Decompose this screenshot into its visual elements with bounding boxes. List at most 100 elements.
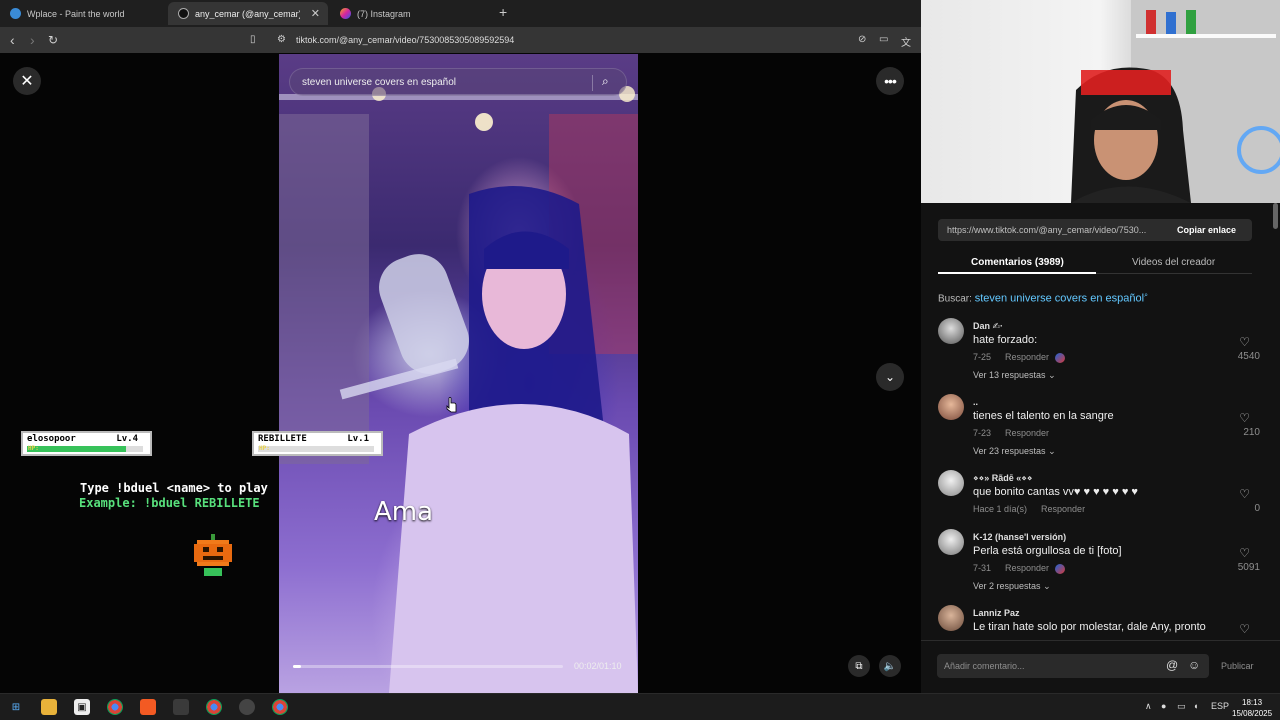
- url-field[interactable]: tiktok.com/@any_cemar/video/753008530508…: [296, 35, 514, 45]
- reply-button[interactable]: Responder: [1005, 428, 1049, 438]
- tab-comments[interactable]: Comentarios (3989): [971, 257, 1064, 268]
- tray-chevron-icon[interactable]: ∧: [1145, 701, 1152, 712]
- network-icon[interactable]: ▭: [1177, 701, 1186, 712]
- video-scene: [279, 86, 638, 693]
- comment-username[interactable]: ⋄⋄» Rãdē «⋄⋄: [973, 473, 1033, 484]
- video-frame[interactable]: [279, 54, 638, 693]
- tab-active-indicator: [938, 272, 1096, 274]
- chrome-icon[interactable]: [206, 699, 222, 715]
- emoji-icon[interactable]: ☺: [1188, 658, 1200, 672]
- player-card-rebillete: REBILLETE Lv.1 HP:: [252, 431, 383, 456]
- pumpkin-sprite-icon: [194, 534, 232, 576]
- avatar[interactable]: [938, 394, 964, 420]
- reload-icon[interactable]: ↻: [48, 33, 58, 47]
- shelf: [1136, 34, 1276, 38]
- share-url[interactable]: https://www.tiktok.com/@any_cemar/video/…: [947, 225, 1165, 235]
- search-query-link[interactable]: steven universe covers en español: [975, 292, 1144, 304]
- player-level: Lv.4: [116, 434, 138, 444]
- windows-taskbar: ⊞ ▣ ∧ ● ▭ ◖ ESP 18:13 15/08/2025: [0, 693, 1280, 720]
- next-video-button[interactable]: ⌄: [876, 363, 904, 391]
- like-count: 210: [1243, 427, 1260, 438]
- bookmark-icon[interactable]: ▯: [250, 34, 256, 45]
- close-tab-icon[interactable]: ✕: [311, 7, 320, 20]
- video-search-bar[interactable]: steven universe covers en español ⌕: [289, 68, 627, 96]
- speaker-icon: 🔈: [883, 660, 897, 672]
- forward-icon[interactable]: ›: [30, 32, 35, 48]
- comment-input[interactable]: Añadir comentario... @ ☺: [937, 654, 1209, 678]
- language-indicator[interactable]: ESP: [1211, 701, 1229, 711]
- view-replies-button[interactable]: Ver 23 respuestas ⌄: [973, 446, 1056, 457]
- comment-username[interactable]: ..: [973, 397, 978, 407]
- search-icon[interactable]: ⌕: [602, 74, 609, 89]
- file-explorer-icon[interactable]: [41, 699, 57, 715]
- reply-button[interactable]: Responder: [1041, 504, 1085, 514]
- wplace-favicon-icon: [10, 8, 21, 19]
- comment-meta: 7-31 Responder: [973, 563, 1079, 574]
- comment-date: Hace 1 día(s): [973, 504, 1028, 514]
- avatar[interactable]: [938, 605, 964, 631]
- chrome-icon[interactable]: [107, 699, 123, 715]
- copy-link-bar: https://www.tiktok.com/@any_cemar/video/…: [938, 219, 1252, 241]
- comment-username[interactable]: K-12 (hanse'l versión): [973, 532, 1066, 542]
- panel-scrollbar[interactable]: [1273, 203, 1278, 229]
- publish-button[interactable]: Publicar: [1221, 661, 1254, 671]
- chrome-icon[interactable]: [272, 699, 288, 715]
- view-replies-button[interactable]: Ver 13 respuestas ⌄: [973, 370, 1056, 381]
- obs-icon[interactable]: [239, 699, 255, 715]
- new-tab-icon[interactable]: +: [499, 4, 507, 20]
- video-caption: Ama: [374, 497, 434, 527]
- like-heart-icon[interactable]: ♡: [1239, 546, 1250, 560]
- picture-in-picture-button[interactable]: ⧉: [848, 655, 870, 677]
- back-icon[interactable]: ‹: [10, 32, 15, 48]
- translate-icon[interactable]: 文: [901, 34, 911, 49]
- avatar[interactable]: [938, 470, 964, 496]
- browser-tab-bar: Wplace - Paint the world any_cemar (@any…: [0, 0, 921, 27]
- comment-text: Perla está orgullosa de ti [foto]: [973, 545, 1122, 557]
- hp-bar: [258, 446, 374, 452]
- site-settings-icon[interactable]: ⚙: [277, 34, 286, 45]
- view-replies-button[interactable]: Ver 2 respuestas ⌄: [973, 581, 1051, 592]
- close-icon: ✕: [20, 73, 34, 90]
- like-count: 5091: [1237, 562, 1260, 573]
- brave-browser-icon[interactable]: [140, 699, 156, 715]
- reply-button[interactable]: Responder: [1005, 563, 1049, 573]
- volume-button[interactable]: 🔈: [879, 655, 901, 677]
- like-heart-icon[interactable]: ♡: [1239, 411, 1250, 425]
- duel-instruction: Type !bduel <name> to play: [80, 481, 268, 495]
- tab-tiktok[interactable]: any_cemar (@any_cemar) ofi ✕: [168, 2, 328, 25]
- copy-link-button[interactable]: Copiar enlace: [1177, 225, 1236, 235]
- comment-username[interactable]: Lanniz Paz: [973, 608, 1020, 618]
- like-heart-icon[interactable]: ♡: [1239, 335, 1250, 349]
- comment-item: Dan ✍· hate forzado: 7-25 Responder Ver 1…: [938, 318, 1260, 383]
- like-heart-icon[interactable]: ♡: [1239, 487, 1250, 501]
- volume-icon[interactable]: ◖: [1193, 701, 1198, 711]
- chevron-down-icon: ⌄: [1043, 581, 1051, 591]
- clock-date: 15/08/2025: [1232, 709, 1273, 718]
- store-icon[interactable]: ▣: [74, 699, 90, 715]
- tab-creator-videos[interactable]: Videos del creador: [1132, 257, 1215, 268]
- mention-icon[interactable]: @: [1166, 658, 1178, 672]
- windows-start-icon[interactable]: ⊞: [8, 699, 24, 715]
- left-clothes: [279, 114, 369, 464]
- search-suggestion[interactable]: Buscar: steven universe covers en españo…: [938, 292, 1148, 304]
- search-icon: ⌕: [1144, 292, 1148, 299]
- tab-wplace[interactable]: Wplace - Paint the world: [0, 2, 168, 25]
- reader-mode-icon[interactable]: ▭: [879, 34, 888, 45]
- system-clock[interactable]: 18:13 15/08/2025: [1232, 697, 1272, 719]
- no-tracking-icon[interactable]: ⊘: [858, 34, 866, 45]
- comment-username[interactable]: Dan ✍·: [973, 321, 1003, 332]
- figure: [1166, 12, 1176, 34]
- microphone-icon[interactable]: ●: [1161, 701, 1166, 711]
- video-progress-bar[interactable]: [293, 665, 563, 668]
- like-heart-icon[interactable]: ♡: [1239, 622, 1250, 636]
- avatar[interactable]: [938, 318, 964, 344]
- player-name: REBILLETE: [258, 434, 307, 444]
- app-icon[interactable]: [173, 699, 189, 715]
- close-video-button[interactable]: ✕: [13, 67, 41, 95]
- video-search-text: steven universe covers en español: [302, 77, 456, 88]
- avatar[interactable]: [938, 529, 964, 555]
- reply-button[interactable]: Responder: [1005, 352, 1049, 362]
- comment-text: tienes el talento en la sangre: [973, 410, 1114, 422]
- more-options-button[interactable]: •••: [876, 67, 904, 95]
- tab-instagram[interactable]: (7) Instagram: [330, 2, 490, 25]
